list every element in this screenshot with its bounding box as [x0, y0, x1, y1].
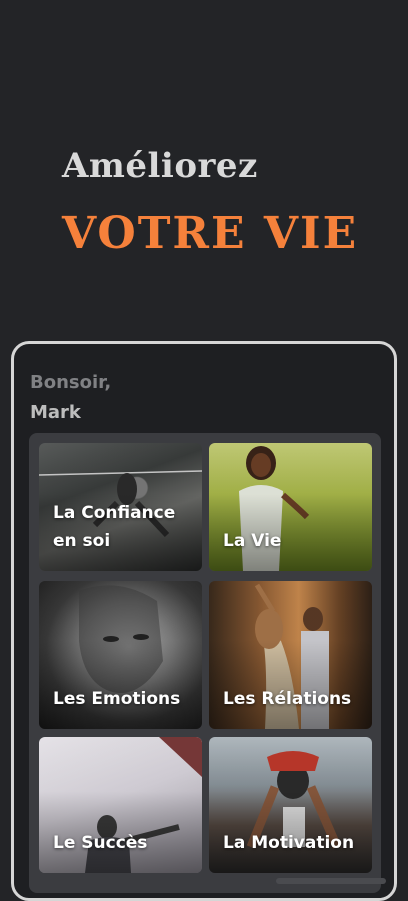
category-label: La Motivation — [223, 833, 355, 853]
greeting-text: Bonsoir, — [30, 372, 112, 393]
user-name: Mark — [30, 402, 81, 423]
category-tile-relations[interactable]: Les Rélations — [209, 581, 372, 729]
category-label: Les Rélations — [223, 689, 352, 709]
category-label: La Vie — [223, 531, 282, 551]
category-label: Le Succès — [53, 833, 148, 853]
category-tile-motivation[interactable]: La Motivation — [209, 737, 372, 873]
category-tile-succes[interactable]: Le Succès — [39, 737, 202, 873]
category-tile-vie[interactable]: La Vie — [209, 443, 372, 571]
home-indicator — [276, 878, 386, 884]
category-tile-confiance[interactable]: La Confiance en soi — [39, 443, 202, 571]
phone-preview: Bonsoir, Mark La Confiance en soi La Vie… — [11, 341, 397, 901]
category-grid: La Confiance en soi La Vie Les Emotions — [29, 433, 381, 893]
hero-title-line2: VOTRE VIE — [62, 208, 359, 259]
category-label: Les Emotions — [53, 689, 181, 709]
category-label: La Confiance en soi — [53, 503, 176, 551]
category-tile-emotions[interactable]: Les Emotions — [39, 581, 202, 729]
hero-title-line1: Améliorez — [62, 146, 258, 186]
